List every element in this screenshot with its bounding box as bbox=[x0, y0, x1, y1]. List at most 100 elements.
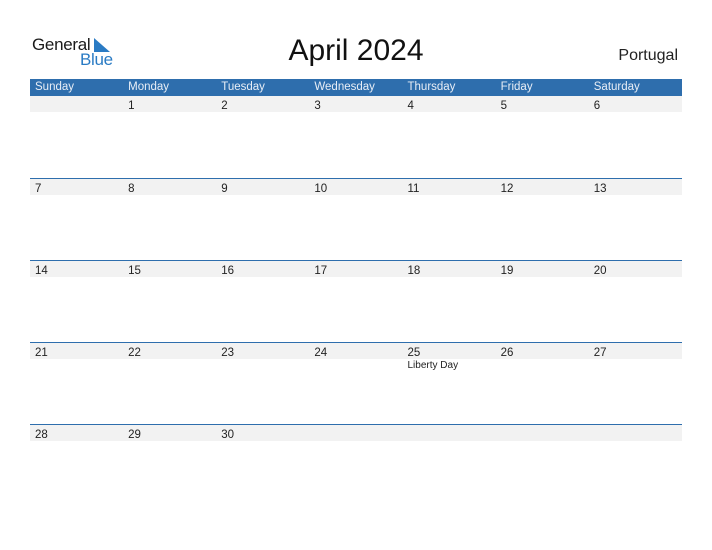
holiday-label bbox=[30, 441, 123, 442]
day-cell: 10 bbox=[309, 179, 402, 195]
holiday-label bbox=[30, 277, 123, 278]
holiday-label bbox=[496, 441, 589, 442]
day-number: 28 bbox=[35, 429, 48, 441]
day-number: 30 bbox=[221, 429, 235, 441]
day-number: 15 bbox=[128, 265, 141, 277]
day-cell: 24 bbox=[309, 343, 402, 359]
day-cell: 5 bbox=[496, 96, 589, 112]
date-strip: 1 2 3 4 5 6 bbox=[30, 96, 682, 112]
date-strip: 14 15 16 17 18 19 20 bbox=[30, 261, 682, 277]
day-number: 2 bbox=[221, 100, 228, 112]
day-cell: 16 bbox=[216, 261, 309, 277]
holiday-label bbox=[589, 277, 682, 278]
date-strip: 28 29 30 bbox=[30, 425, 682, 441]
holiday-label bbox=[216, 112, 309, 113]
day-number: 14 bbox=[35, 265, 48, 277]
day-number: 7 bbox=[35, 183, 42, 195]
day-cell: 7 bbox=[30, 179, 123, 195]
holiday-label bbox=[123, 359, 216, 371]
day-number: 23 bbox=[221, 347, 235, 359]
day-cell: 17 bbox=[309, 261, 402, 277]
day-cell: 1 bbox=[123, 96, 216, 112]
holiday-label bbox=[309, 441, 402, 442]
weekday-header-row: Sunday Monday Tuesday Wednesday Thursday… bbox=[30, 79, 682, 96]
day-cell: 2 bbox=[216, 96, 309, 112]
holiday-label bbox=[216, 277, 309, 278]
holiday-label bbox=[589, 195, 682, 196]
day-cell: 11 bbox=[403, 179, 496, 195]
events-row bbox=[30, 277, 682, 278]
calendar-grid: Sunday Monday Tuesday Wednesday Thursday… bbox=[30, 79, 682, 506]
day-number: 5 bbox=[500, 100, 508, 112]
week-row: 21 22 23 24 25 26 27 Liberty Day bbox=[30, 342, 682, 424]
holiday-label bbox=[496, 277, 589, 278]
day-number: 16 bbox=[221, 265, 235, 277]
day-cell: 9 bbox=[216, 179, 309, 195]
events-row bbox=[30, 441, 682, 442]
day-cell bbox=[403, 425, 496, 441]
page-title: April 2024 bbox=[288, 34, 424, 67]
day-number: 3 bbox=[314, 100, 321, 112]
day-number: 4 bbox=[407, 100, 414, 112]
day-cell: 6 bbox=[589, 96, 682, 112]
day-cell: 14 bbox=[30, 261, 123, 277]
holiday-label bbox=[403, 112, 496, 113]
day-cell: 12 bbox=[496, 179, 589, 195]
holiday-label bbox=[123, 277, 216, 278]
holiday-label bbox=[403, 277, 496, 278]
day-number: 25 bbox=[407, 347, 421, 359]
day-number: 1 bbox=[128, 100, 135, 112]
day-cell: 21 bbox=[30, 343, 123, 359]
day-cell: 27 bbox=[589, 343, 682, 359]
day-number: 18 bbox=[407, 265, 421, 277]
day-number: 12 bbox=[500, 183, 514, 195]
day-cell bbox=[30, 96, 123, 112]
weekday-header: Saturday bbox=[593, 81, 640, 93]
week-row: 14 15 16 17 18 19 20 bbox=[30, 260, 682, 342]
week-row: 28 29 30 bbox=[30, 424, 682, 506]
day-number: 19 bbox=[500, 265, 514, 277]
day-cell bbox=[309, 425, 402, 441]
weekday-header: Friday bbox=[500, 81, 533, 93]
holiday-label bbox=[30, 195, 123, 196]
day-cell: 20 bbox=[589, 261, 682, 277]
holiday-label bbox=[30, 359, 123, 371]
date-strip: 7 8 9 10 11 12 13 bbox=[30, 179, 682, 195]
holiday-label bbox=[123, 441, 216, 442]
day-number: 22 bbox=[128, 347, 141, 359]
day-cell: 29 bbox=[123, 425, 216, 441]
day-cell: 3 bbox=[309, 96, 402, 112]
week-row: 1 2 3 4 5 6 bbox=[30, 96, 682, 178]
day-cell: 28 bbox=[30, 425, 123, 441]
day-number: 29 bbox=[128, 429, 141, 441]
date-strip: 21 22 23 24 25 26 27 bbox=[30, 343, 682, 359]
day-cell: 25 bbox=[403, 343, 496, 359]
day-number: 6 bbox=[593, 100, 601, 112]
day-cell: 18 bbox=[403, 261, 496, 277]
holiday-label bbox=[403, 195, 496, 196]
holiday-label bbox=[30, 112, 123, 113]
holiday-label bbox=[496, 359, 589, 371]
day-number: 27 bbox=[593, 347, 607, 359]
day-number: 11 bbox=[407, 183, 420, 195]
day-number: 20 bbox=[593, 265, 607, 277]
day-cell bbox=[496, 425, 589, 441]
country-label: Portugal bbox=[618, 47, 678, 64]
weekday-header: Sunday bbox=[35, 81, 75, 93]
holiday-label bbox=[309, 359, 402, 371]
holiday-label bbox=[123, 112, 216, 113]
day-cell: 19 bbox=[496, 261, 589, 277]
holiday-label bbox=[309, 277, 402, 278]
day-number: 10 bbox=[314, 183, 328, 195]
day-cell: 30 bbox=[216, 425, 309, 441]
weekday-header: Wednesday bbox=[314, 81, 375, 93]
holiday-label bbox=[123, 195, 216, 196]
day-number: 9 bbox=[221, 183, 228, 195]
weekday-header: Thursday bbox=[407, 81, 456, 93]
holiday-label bbox=[589, 359, 682, 371]
day-number: 8 bbox=[128, 183, 135, 195]
holiday-label bbox=[589, 112, 682, 113]
week-row: 7 8 9 10 11 12 13 bbox=[30, 178, 682, 260]
day-cell: 8 bbox=[123, 179, 216, 195]
weekday-header: Monday bbox=[128, 81, 170, 93]
